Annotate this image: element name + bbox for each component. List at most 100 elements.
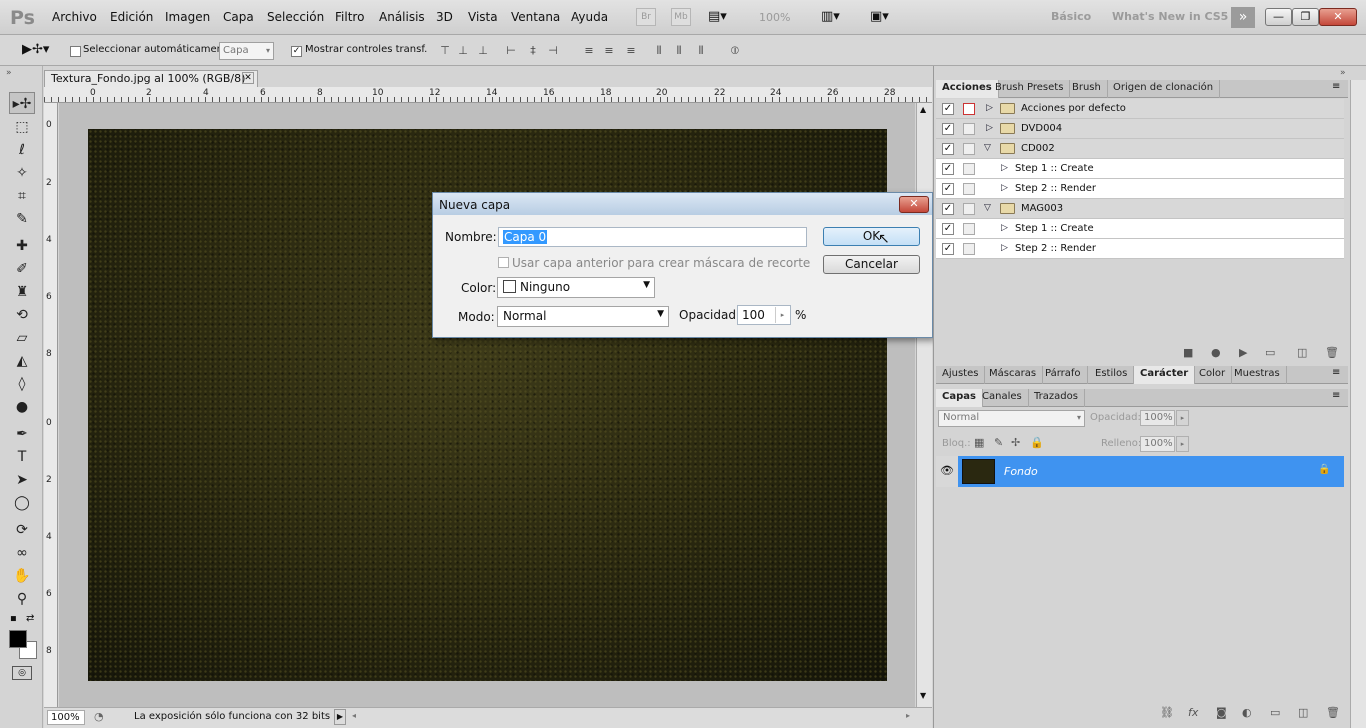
panel-menu-icon[interactable]: ≡ <box>1332 390 1340 401</box>
delete-layer-icon[interactable]: 🗑 <box>1326 706 1340 719</box>
opacity-slider-arrow-icon[interactable]: ▸ <box>775 307 789 323</box>
more-workspaces-icon[interactable]: » <box>1231 7 1255 28</box>
screen-mode-icon[interactable]: ▣▾ <box>870 9 889 24</box>
lasso-tool-icon[interactable]: ℓ <box>9 139 35 161</box>
brush-tool-icon[interactable]: ✐ <box>9 258 35 280</box>
distribute-right-icon[interactable]: ⦀ <box>694 44 708 58</box>
dialog-toggle-icon[interactable] <box>963 243 975 255</box>
fill-input[interactable]: 100% <box>1140 436 1175 452</box>
lock-all-icon[interactable]: 🔒 <box>1030 436 1044 449</box>
tab-trazados[interactable]: Trazados <box>1028 389 1085 407</box>
menu-edicion[interactable]: Edición <box>110 10 153 24</box>
action-row[interactable]: ✓ ▷ Acciones por defecto <box>936 99 1344 119</box>
action-enable-check[interactable]: ✓ <box>942 123 954 135</box>
shape-tool-icon[interactable]: ◯ <box>9 492 35 514</box>
zoom-dropdown[interactable]: 100% <box>759 11 790 24</box>
3d-orbit-tool-icon[interactable]: ∞ <box>9 542 35 564</box>
new-action-icon[interactable]: ◫ <box>1297 346 1307 359</box>
align-left-icon[interactable]: ⊢ <box>504 44 518 58</box>
hand-tool-icon[interactable]: ✋ <box>9 565 35 587</box>
menu-imagen[interactable]: Imagen <box>165 10 210 24</box>
align-vcenter-icon[interactable]: ⊥ <box>456 44 470 58</box>
align-top-icon[interactable]: ⊤ <box>438 44 452 58</box>
action-row[interactable]: ✓ ▽ CD002 <box>936 139 1344 159</box>
dialog-toggle-icon[interactable] <box>963 163 975 175</box>
foreground-color-swatch[interactable] <box>9 630 27 648</box>
auto-align-icon[interactable]: ⦶ <box>728 44 742 58</box>
expand-triangle-icon[interactable]: ▷ <box>1001 183 1008 193</box>
action-enable-check[interactable]: ✓ <box>942 103 954 115</box>
dialog-toggle-icon[interactable] <box>963 223 975 235</box>
crop-tool-icon[interactable]: ⌗ <box>9 185 35 207</box>
dialog-toggle-icon[interactable] <box>963 143 975 155</box>
minimize-icon[interactable]: — <box>1265 8 1292 26</box>
toolbox-collapse-icon[interactable]: » <box>6 68 12 78</box>
action-row[interactable]: ✓ ▷ Step 2 :: Render <box>936 239 1344 259</box>
distribute-top-icon[interactable]: ≡ <box>582 44 596 58</box>
tab-ajustes[interactable]: Ajustes <box>936 366 986 384</box>
3d-rotate-tool-icon[interactable]: ⟳ <box>9 519 35 541</box>
scroll-left-icon[interactable]: ◂ <box>352 711 356 720</box>
expand-triangle-icon[interactable]: ▷ <box>986 103 993 113</box>
blend-mode-select[interactable]: Normal ▾ <box>938 410 1085 427</box>
marquee-tool-icon[interactable]: ⬚ <box>9 116 35 138</box>
lock-pixels-icon[interactable]: ✎ <box>994 436 1003 449</box>
action-row[interactable]: ✓ ▷ Step 1 :: Create <box>936 159 1344 179</box>
new-group-icon[interactable]: ▭ <box>1270 706 1280 719</box>
history-brush-tool-icon[interactable]: ⟲ <box>9 304 35 326</box>
action-row[interactable]: ✓ ▷ Step 1 :: Create <box>936 219 1344 239</box>
lock-position-icon[interactable]: ✢ <box>1011 436 1020 449</box>
tab-brush-presets[interactable]: Brush Presets <box>989 80 1071 98</box>
lock-transparency-icon[interactable]: ▦ <box>974 436 984 449</box>
add-mask-icon[interactable]: ◙ <box>1216 706 1227 719</box>
quick-mask-icon[interactable]: ◎ <box>12 666 32 680</box>
play-icon[interactable]: ▶ <box>1239 346 1247 359</box>
fill-slider-arrow-icon[interactable]: ▸ <box>1176 436 1189 452</box>
adjustment-layer-icon[interactable]: ◐ <box>1242 706 1252 719</box>
dialog-toggle-icon[interactable] <box>963 203 975 215</box>
distribute-bottom-icon[interactable]: ≡ <box>624 44 638 58</box>
panel-menu-icon[interactable]: ≡ <box>1332 81 1340 92</box>
stop-icon[interactable]: ■ <box>1183 346 1193 359</box>
menu-vista[interactable]: Vista <box>468 10 498 24</box>
record-icon[interactable]: ● <box>1211 346 1221 359</box>
eraser-tool-icon[interactable]: ▱ <box>9 327 35 349</box>
status-info-icon[interactable]: ◔ <box>94 710 104 723</box>
tab-canales[interactable]: Canales <box>976 389 1029 407</box>
default-colors-icon[interactable]: ◾ <box>10 614 17 624</box>
auto-select-checkbox[interactable] <box>70 46 81 57</box>
action-row[interactable]: ✓ ▷ Step 2 :: Render <box>936 179 1344 199</box>
menu-3d[interactable]: 3D <box>436 10 453 24</box>
action-row[interactable]: ✓ ▽ MAG003 <box>936 199 1344 219</box>
layer-row-fondo[interactable]: Fondo 🔒 <box>958 456 1344 487</box>
restore-icon[interactable]: ❐ <box>1292 8 1319 26</box>
dodge-tool-icon[interactable]: ● <box>9 396 35 418</box>
clone-stamp-tool-icon[interactable]: ♜ <box>9 281 35 303</box>
tab-brush[interactable]: Brush <box>1066 80 1108 98</box>
collapse-triangle-icon[interactable]: ▽ <box>984 143 991 153</box>
action-enable-check[interactable]: ✓ <box>942 143 954 155</box>
bridge-button[interactable]: Br <box>636 8 656 26</box>
menu-ventana[interactable]: Ventana <box>511 10 560 24</box>
layer-name-input[interactable]: Capa 0 <box>498 227 807 247</box>
align-hcenter-icon[interactable]: ‡ <box>526 44 540 58</box>
dialog-toggle-icon[interactable] <box>963 183 975 195</box>
layer-visibility-cell[interactable]: 👁 <box>936 456 958 487</box>
layer-opacity-input[interactable]: 100% <box>1140 410 1175 426</box>
document-tab[interactable]: Textura_Fondo.jpg al 100% (RGB/8) ✕ <box>44 70 258 87</box>
type-tool-icon[interactable]: T <box>9 446 35 468</box>
healing-brush-tool-icon[interactable]: ✚ <box>9 235 35 257</box>
eyedropper-tool-icon[interactable]: ✎ <box>9 208 35 230</box>
new-set-icon[interactable]: ▭ <box>1265 346 1275 359</box>
scroll-up-icon[interactable]: ▲ <box>920 105 926 114</box>
status-zoom[interactable]: 100% <box>47 710 85 725</box>
action-enable-check[interactable]: ✓ <box>942 243 954 255</box>
new-layer-icon[interactable]: ◫ <box>1298 706 1308 719</box>
link-layers-icon[interactable]: ⛓ <box>1160 706 1174 719</box>
tab-muestras[interactable]: Muestras <box>1228 366 1287 384</box>
mode-select[interactable]: Normal ▼ <box>497 306 669 327</box>
menu-ayuda[interactable]: Ayuda <box>571 10 608 24</box>
close-tab-icon[interactable]: ✕ <box>242 72 254 84</box>
path-selection-tool-icon[interactable]: ➤ <box>9 469 35 491</box>
panels-scrollbar[interactable] <box>1350 80 1366 728</box>
